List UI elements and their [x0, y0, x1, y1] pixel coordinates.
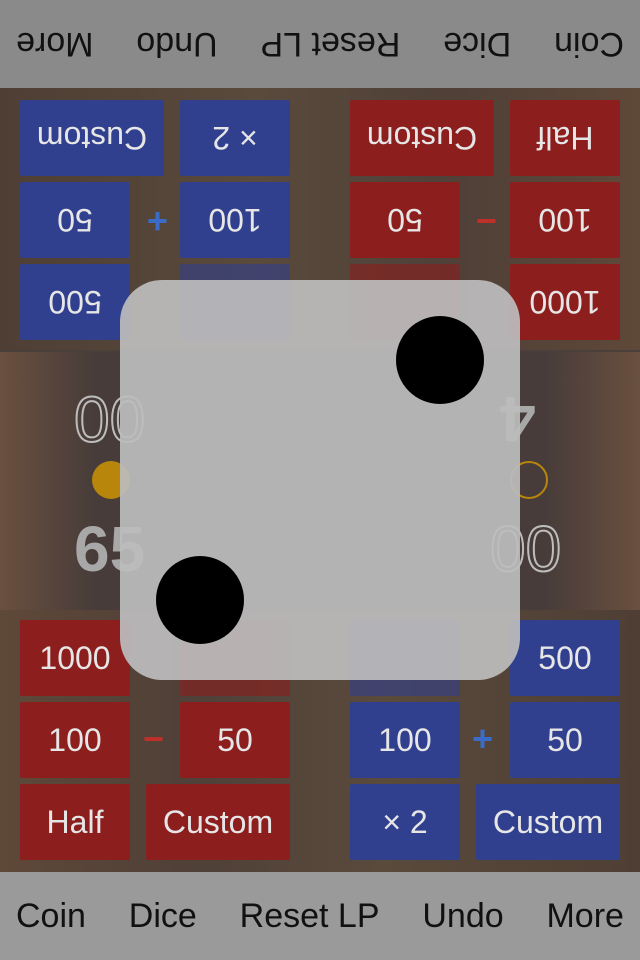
minus-icon: − — [143, 718, 165, 759]
add-50-button[interactable]: 50 — [20, 182, 130, 258]
custom-add-button[interactable]: Custom — [476, 784, 620, 860]
plus-icon: + — [146, 201, 168, 242]
reset-lp-button[interactable]: Reset LP — [260, 25, 400, 64]
plus-icon: + — [472, 718, 494, 759]
subtract-100-button[interactable]: 100 — [20, 702, 130, 778]
subtract-50-button[interactable]: 50 — [350, 182, 460, 258]
top-player-toolbar: Coin Dice Reset LP Undo More — [0, 0, 640, 88]
subtract-1000-button[interactable]: 1000 — [20, 620, 130, 696]
subtract-1000-button[interactable]: 1000 — [510, 264, 620, 340]
coin-button[interactable]: Coin — [554, 25, 624, 64]
more-button[interactable]: More — [546, 897, 623, 936]
dice-result-overlay[interactable] — [120, 280, 520, 680]
add-500-button[interactable]: 500 — [20, 264, 130, 340]
undo-button[interactable]: Undo — [422, 897, 503, 936]
custom-subtract-button[interactable]: Custom — [350, 100, 494, 176]
half-button[interactable]: Half — [510, 100, 620, 176]
add-50-button[interactable]: 50 — [510, 702, 620, 778]
double-button[interactable]: × 2 — [180, 100, 290, 176]
subtract-50-button[interactable]: 50 — [180, 702, 290, 778]
half-button[interactable]: Half — [20, 784, 130, 860]
undo-button[interactable]: Undo — [136, 25, 217, 64]
add-500-button[interactable]: 500 — [510, 620, 620, 696]
dice-pip — [396, 316, 484, 404]
dice-button[interactable]: Dice — [443, 25, 511, 64]
dice-button[interactable]: Dice — [129, 897, 197, 936]
custom-add-button[interactable]: Custom — [20, 100, 164, 176]
bottom-player-toolbar: Coin Dice Reset LP Undo More — [0, 872, 640, 960]
double-button[interactable]: × 2 — [350, 784, 460, 860]
coin-button[interactable]: Coin — [16, 897, 86, 936]
more-button[interactable]: More — [16, 25, 93, 64]
add-100-button[interactable]: 100 — [350, 702, 460, 778]
dice-pip — [156, 556, 244, 644]
custom-subtract-button[interactable]: Custom — [146, 784, 290, 860]
minus-icon: − — [475, 201, 497, 242]
reset-lp-button[interactable]: Reset LP — [240, 897, 380, 936]
add-100-button[interactable]: 100 — [180, 182, 290, 258]
subtract-100-button[interactable]: 100 — [510, 182, 620, 258]
